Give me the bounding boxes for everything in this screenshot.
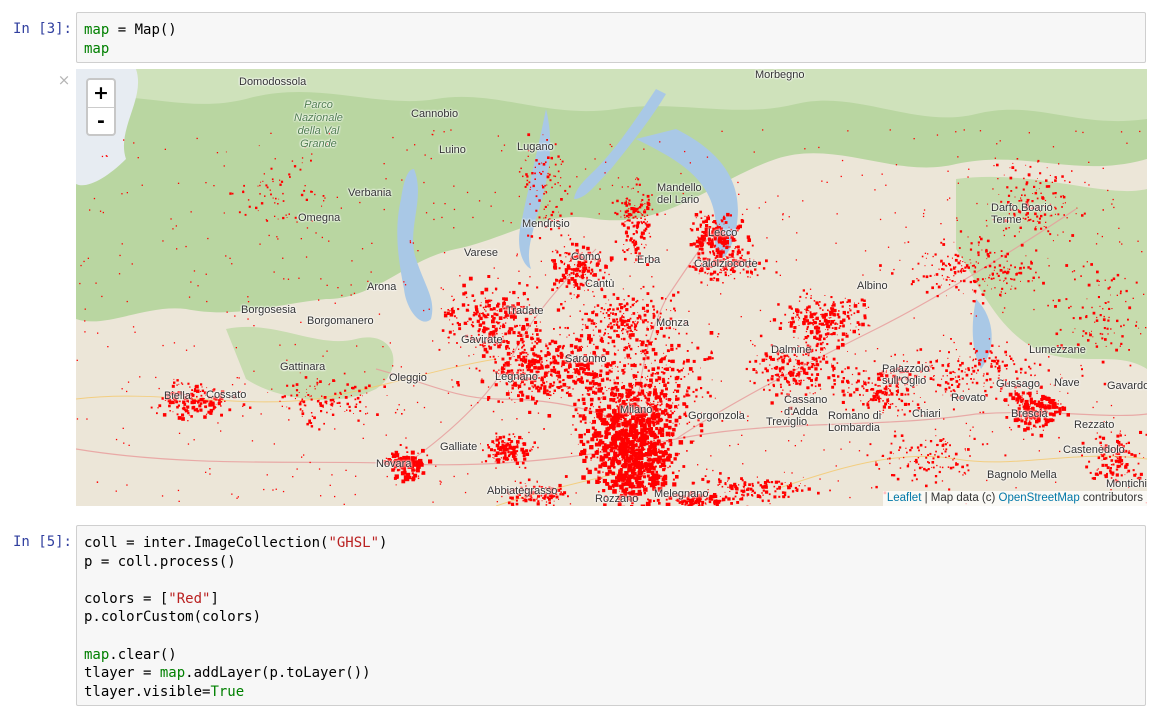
code-token: ]	[210, 590, 219, 607]
place-label: Verbania	[348, 187, 392, 199]
code-line: tlayer = map.addLayer(p.toLayer())	[84, 665, 371, 681]
code-token-var: map	[84, 40, 110, 57]
place-label: Gorgonzola	[688, 410, 745, 422]
code-line: map = Map()	[84, 22, 177, 38]
osm-link[interactable]: OpenStreetMap	[999, 492, 1080, 504]
place-label: Gavardo	[1107, 380, 1147, 392]
place-label: Gavirate	[461, 334, 503, 346]
code-line: coll = inter.ImageCollection("GHSL")	[84, 535, 387, 551]
place-label: Mandello del Lario	[657, 182, 702, 206]
place-label: Darfo Boario Terme	[991, 202, 1053, 226]
place-label: Palazzolo sull'Oglio	[882, 363, 930, 387]
code-token-str: "GHSL"	[328, 535, 380, 551]
place-label: Cannobio	[411, 108, 459, 120]
place-label: Oleggio	[389, 372, 427, 384]
place-label: Nave	[1054, 377, 1080, 389]
place-label: Morbegno	[755, 69, 805, 81]
place-label: Novara	[376, 458, 412, 470]
place-label: Lugano	[517, 141, 554, 153]
place-label: Cassano d'Adda	[784, 394, 828, 418]
code-token: tlayer.visible=	[84, 683, 211, 700]
place-label: Saronno	[565, 353, 607, 365]
place-label: Cossato	[206, 389, 247, 401]
place-label: Borgomanero	[307, 315, 374, 327]
code-cell-input[interactable]: map = Map() map	[76, 12, 1146, 63]
place-label: Legnano	[495, 371, 538, 383]
close-output-icon[interactable]: ×	[57, 72, 71, 88]
place-label: Rovato	[951, 392, 986, 404]
zoom-in-button[interactable]: +	[88, 80, 114, 108]
place-label: Lecco	[708, 227, 738, 239]
code-token-kw: True	[210, 683, 245, 700]
map-attribution: Leaflet | Map data (c) OpenStreetMap con…	[882, 491, 1147, 506]
code-token-var: map	[84, 22, 110, 38]
place-label: Parco Nazionale della Val Grande	[294, 99, 343, 150]
place-label: Gattinara	[280, 361, 326, 373]
code-token: tlayer =	[84, 665, 160, 682]
code-editor[interactable]: map = Map() map	[77, 13, 1145, 58]
place-label: Albino	[857, 280, 888, 292]
leaflet-map[interactable]: Domodossola Parco Nazionale della Val Gra…	[76, 69, 1147, 506]
place-label: Rezzato	[1074, 419, 1115, 431]
place-label: Monza	[656, 317, 690, 329]
place-label: Lumezzane	[1029, 344, 1086, 356]
place-label: Romano di Lombardia	[828, 410, 882, 434]
place-label: Calolziocorte	[694, 258, 758, 270]
place-label: Dalmine	[771, 344, 812, 356]
place-label: Mendrisio	[522, 218, 570, 230]
zoom-control[interactable]: + -	[86, 78, 116, 136]
code-line: map.clear()	[84, 647, 177, 663]
code-token-var: map	[84, 646, 110, 663]
cell-prompt: In [5]:	[12, 534, 72, 550]
place-label: Varese	[464, 247, 499, 259]
code-line: map	[84, 41, 109, 57]
leaflet-link[interactable]: Leaflet	[887, 492, 922, 504]
attribution-suffix: contributors	[1079, 492, 1143, 504]
place-label: Domodossola	[239, 76, 307, 88]
place-label: Gussago	[996, 378, 1041, 390]
place-label: Melegnano	[654, 488, 709, 500]
code-token: = Map()	[109, 22, 177, 38]
place-label: Rozzano	[595, 493, 639, 505]
place-label: Galliate	[440, 441, 478, 453]
cell-prompt: In [3]:	[12, 21, 72, 37]
code-token: .clear()	[109, 646, 177, 663]
place-label: Milano	[620, 404, 653, 416]
place-label: Abbiategrasso	[487, 485, 558, 497]
place-label: Erba	[637, 254, 661, 266]
place-label: Treviglio	[766, 416, 808, 428]
code-cell-input[interactable]: coll = inter.ImageCollection("GHSL") p =…	[76, 525, 1146, 706]
place-label: Brescia	[1011, 408, 1048, 420]
code-token-var: map	[159, 665, 186, 682]
place-label: Biella	[164, 390, 191, 402]
code-line: p = coll.process()	[84, 554, 236, 570]
attribution-text: | Map data (c)	[921, 492, 999, 504]
place-label: Tradate	[506, 305, 544, 317]
code-token: .addLayer(p.toLayer())	[185, 665, 371, 682]
code-editor[interactable]: coll = inter.ImageCollection("GHSL") p =…	[77, 526, 1145, 701]
place-label: Cantù	[585, 278, 615, 290]
place-label: Como	[571, 251, 601, 263]
code-token: p.colorCustom(colors)	[84, 609, 262, 626]
place-label: Montichiari	[1106, 478, 1147, 490]
code-line: p.colorCustom(colors)	[84, 609, 261, 625]
place-label: Arona	[367, 281, 397, 293]
code-token-str: "Red"	[168, 590, 211, 607]
place-label: Castenedolo	[1063, 444, 1125, 456]
code-token: p = coll.process()	[84, 553, 236, 570]
code-token: coll = inter.ImageCollection(	[84, 535, 329, 551]
place-label: Omegna	[298, 212, 341, 224]
code-token: )	[379, 535, 388, 551]
place-label: Bagnolo Mella	[987, 469, 1057, 481]
place-label: Luino	[439, 144, 466, 156]
code-line: colors = ["Red"]	[84, 591, 219, 607]
place-label: Chiari	[912, 408, 941, 420]
place-label: Borgosesia	[241, 304, 297, 316]
code-line: tlayer.visible=True	[84, 684, 244, 700]
code-token: colors = [	[84, 590, 169, 607]
zoom-out-button[interactable]: -	[88, 108, 114, 134]
